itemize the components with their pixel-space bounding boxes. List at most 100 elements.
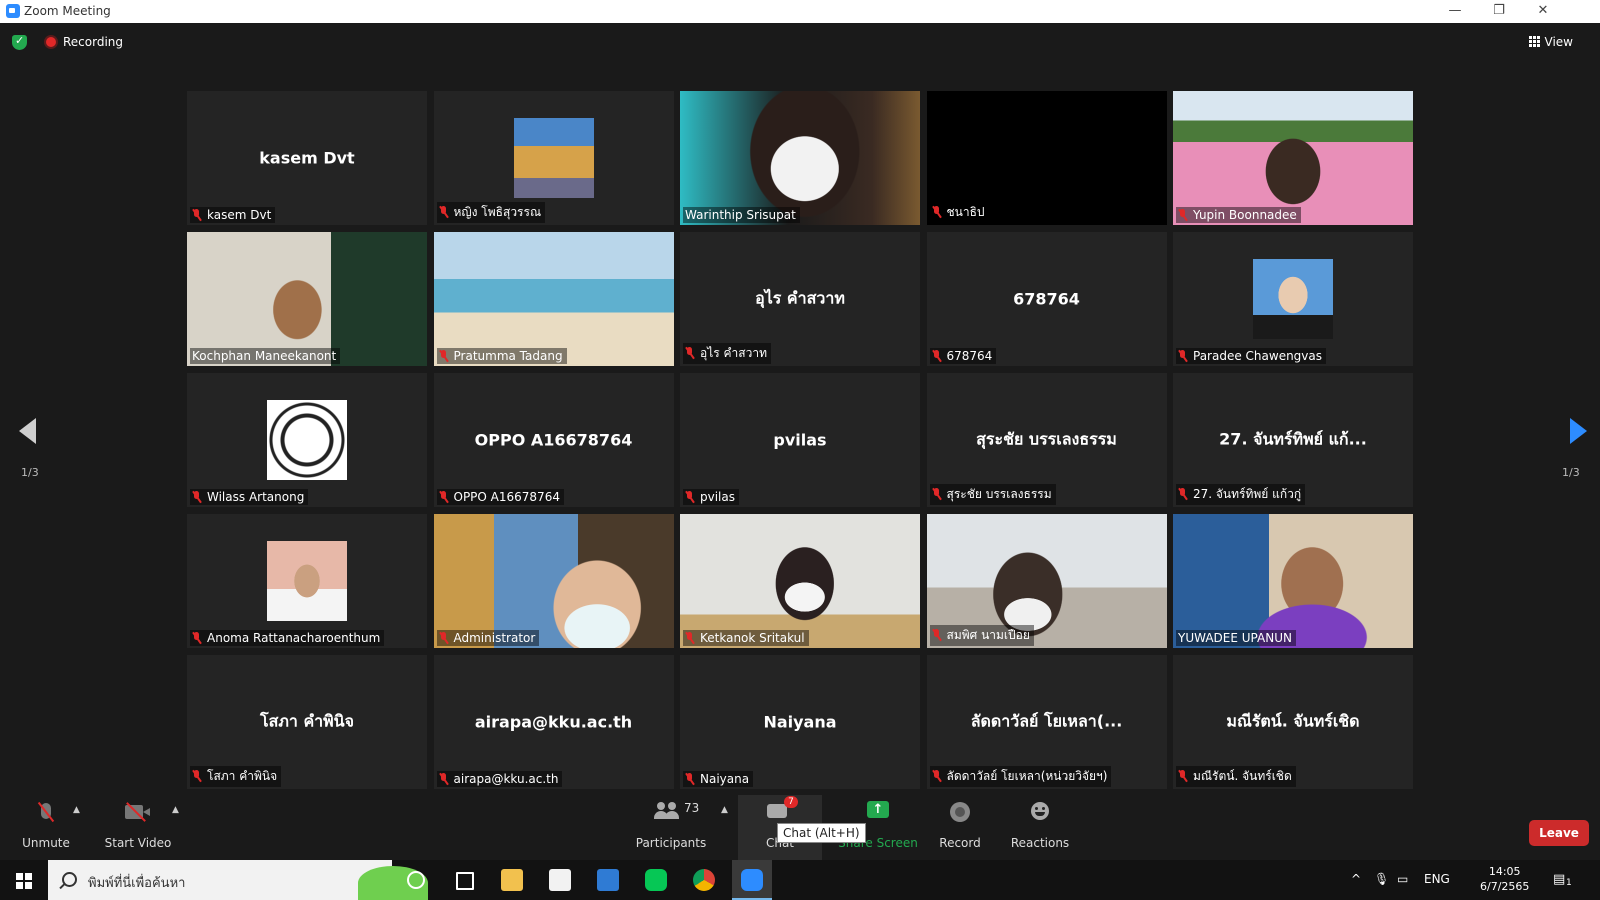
profile-photo: [513, 118, 594, 198]
audio-options-caret-icon[interactable]: ▲: [73, 805, 80, 815]
recording-label: Recording: [63, 35, 124, 49]
minimize-button[interactable]: —: [1432, 0, 1478, 23]
name-tag: อุไร คำสวาท: [683, 343, 771, 364]
muted-mic-icon: [192, 770, 201, 782]
participant-tile[interactable]: มณีรัตน์. จันทร์เชิด มณีรัตน์. จันทร์เชิ…: [1173, 655, 1413, 789]
participant-tile[interactable]: airapa@kku.ac.th airapa@kku.ac.th: [433, 655, 674, 789]
reactions-button[interactable]: Reactions: [1004, 795, 1076, 860]
participant-name: โสภา คำพินิจ: [207, 769, 278, 783]
name-tag: pvilas: [683, 489, 739, 505]
video-feed: [187, 232, 427, 366]
cortana-circle-icon: [407, 871, 425, 889]
camera-off-icon: [125, 805, 150, 819]
record-button[interactable]: Record: [930, 795, 990, 860]
name-tag: Administrator: [436, 630, 540, 646]
taskbar-app-chrome[interactable]: [684, 860, 724, 900]
participant-tile[interactable]: อุไร คำสวาท อุไร คำสวาท: [680, 232, 920, 366]
participant-tile[interactable]: OPPO A16678764 OPPO A16678764: [433, 373, 674, 507]
cortana-button[interactable]: [396, 860, 436, 900]
participant-tile[interactable]: Ketkanok Sritakul: [680, 514, 920, 648]
muted-mic-icon: [932, 629, 941, 641]
participant-tile[interactable]: pvilas pvilas: [680, 373, 920, 507]
participant-tile[interactable]: Pratumma Tadang: [433, 232, 674, 366]
participant-name: Naiyana: [700, 772, 750, 786]
name-tag: Naiyana: [683, 771, 754, 787]
video-feed: [680, 514, 920, 648]
participants-button[interactable]: 73 Participants: [632, 795, 710, 860]
chat-tooltip: Chat (Alt+H): [777, 823, 866, 843]
previous-page-arrow-icon[interactable]: [19, 418, 36, 444]
video-options-caret-icon[interactable]: ▲: [172, 805, 179, 815]
taskbar-app-store[interactable]: [540, 860, 580, 900]
participant-name: airapa@kku.ac.th: [453, 772, 559, 786]
participant-tile[interactable]: Wilass Artanong: [187, 373, 427, 507]
windows-start-icon[interactable]: [16, 873, 32, 889]
video-feed: [1173, 514, 1413, 648]
name-tag: airapa@kku.ac.th: [436, 771, 563, 787]
display-name: OPPO A16678764: [474, 430, 633, 450]
participant-tile[interactable]: 27. จันทร์ทิพย์ แก้... 27. จันทร์ทิพย์ แ…: [1173, 373, 1413, 507]
participant-tile[interactable]: 678764 678764: [926, 232, 1167, 366]
clock-time: 14:05: [1488, 865, 1521, 878]
participant-name: Paradee Chawengvas: [1193, 349, 1322, 363]
taskbar-clock[interactable]: 14:05 6/7/2565: [1480, 864, 1529, 894]
participant-tile[interactable]: Paradee Chawengvas: [1173, 232, 1413, 366]
search-icon: [62, 872, 77, 887]
participant-tile[interactable]: Anoma Rattanacharoenthum: [187, 514, 427, 648]
participant-tile[interactable]: ลัดดาวัลย์ โยเหลา(... ลัดดาวัลย์ โยเหลา(…: [926, 655, 1167, 789]
participant-tile[interactable]: หญิง โพธิสุวรรณ: [433, 91, 674, 225]
next-page-arrow-icon[interactable]: [1570, 418, 1587, 444]
close-button[interactable]: ✕: [1520, 0, 1566, 23]
security-shield-icon[interactable]: [12, 34, 27, 50]
taskbar-app-zoom[interactable]: [732, 860, 772, 900]
leave-button[interactable]: Leave: [1529, 820, 1589, 846]
participant-tile[interactable]: kasem Dvt kasem Dvt: [187, 91, 427, 225]
name-tag: โสภา คำพินิจ: [190, 766, 282, 787]
participant-tile[interactable]: Yupin Boonnadee: [1173, 91, 1413, 225]
participant-tile[interactable]: Kochphan Maneekanont: [187, 232, 427, 366]
name-tag: หญิง โพธิสุวรรณ: [436, 202, 546, 223]
tray-overflow-caret-icon[interactable]: ^: [1351, 872, 1361, 886]
participant-tile[interactable]: ชนาธิป: [926, 91, 1167, 225]
name-tag: สมพิศ นามเปือย: [929, 625, 1034, 646]
folder-icon: [501, 869, 523, 891]
participant-tile[interactable]: สมพิศ นามเปือย: [926, 514, 1167, 648]
participant-name: Anoma Rattanacharoenthum: [207, 631, 381, 645]
task-view-icon: [456, 872, 474, 890]
view-button[interactable]: View: [1528, 35, 1573, 49]
input-language[interactable]: ENG: [1424, 872, 1450, 886]
name-tag: ลัดดาวัลย์ โยเหลา(หน่วยวิจัยฯ): [929, 766, 1112, 787]
start-video-button[interactable]: Start Video: [98, 795, 178, 860]
muted-mic-icon: [439, 632, 448, 644]
muted-mic-icon: [192, 209, 201, 221]
tray-microphone-icon[interactable]: 🎙: [1374, 872, 1389, 886]
participant-name: Wilass Artanong: [207, 490, 305, 504]
unmute-button[interactable]: Unmute: [14, 795, 78, 860]
task-view-button[interactable]: [444, 860, 484, 900]
participant-tile[interactable]: โสภา คำพินิจ โสภา คำพินิจ: [187, 655, 427, 789]
participants-options-caret-icon[interactable]: ▲: [721, 805, 728, 815]
muted-mic-icon: [192, 632, 201, 644]
muted-mic-icon: [1178, 209, 1187, 221]
action-center-icon[interactable]: ▤: [1553, 872, 1565, 887]
grid-icon: [1528, 36, 1540, 47]
reactions-label: Reactions: [1010, 836, 1070, 850]
name-tag: Paradee Chawengvas: [1176, 348, 1326, 364]
muted-mic-icon: [439, 350, 448, 362]
taskbar-app-line[interactable]: [636, 860, 676, 900]
participant-name: OPPO A16678764: [453, 490, 560, 504]
page-indicator-left: 1/3: [21, 466, 39, 479]
restore-button[interactable]: ❐: [1476, 0, 1522, 23]
name-tag: สุระชัย บรรเลงธรรม: [929, 484, 1056, 505]
taskbar-search-box[interactable]: พิมพ์ที่นี่เพื่อค้นหา: [48, 860, 428, 900]
participant-tile[interactable]: YUWADEE UPANUN: [1173, 514, 1413, 648]
taskbar-app-mail[interactable]: [588, 860, 628, 900]
network-icon[interactable]: ▭: [1397, 872, 1408, 886]
name-tag: Ketkanok Sritakul: [683, 630, 809, 646]
participant-tile-active-speaker[interactable]: Warinthip Srisupat: [680, 91, 920, 225]
participant-name: kasem Dvt: [207, 208, 272, 222]
participant-tile[interactable]: Administrator: [433, 514, 674, 648]
taskbar-app-file-explorer[interactable]: [492, 860, 532, 900]
participant-tile[interactable]: Naiyana Naiyana: [680, 655, 920, 789]
participant-tile[interactable]: สุระชัย บรรเลงธรรม สุระชัย บรรเลงธรรม: [926, 373, 1167, 507]
